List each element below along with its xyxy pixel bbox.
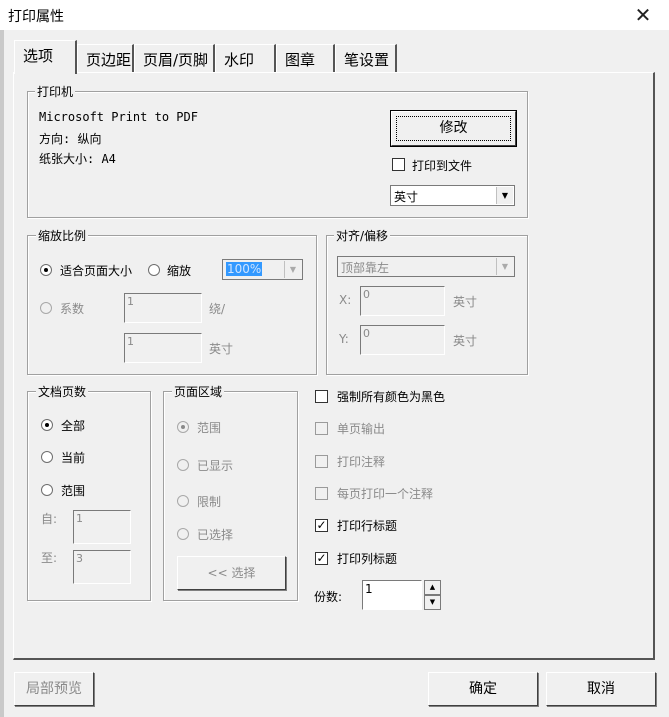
printer-group-legend: 打印机 <box>35 83 76 100</box>
area-displayed-label: 已显示 <box>197 459 234 473</box>
unit-select[interactable]: 英寸 ▼ <box>390 185 515 206</box>
x-unit: 英寸 <box>453 295 478 309</box>
scale-group-legend: 缩放比例 <box>36 227 89 244</box>
area-selected-radio <box>177 528 189 540</box>
factor-radio <box>40 302 52 314</box>
print-row-titles-checkbox[interactable]: ✓ <box>315 519 328 532</box>
area-selected-label: 已选择 <box>197 528 234 542</box>
print-col-titles-checkbox[interactable]: ✓ <box>315 552 328 565</box>
print-row-titles-label: 打印行标题 <box>337 519 398 533</box>
print-notes-checkbox <box>315 455 328 468</box>
fit-page-radio[interactable] <box>40 264 52 276</box>
align-select-value: 顶部靠左 <box>341 261 390 275</box>
cancel-button[interactable]: 取消 <box>546 672 656 706</box>
all-pages-radio[interactable] <box>41 419 53 431</box>
spin-up-icon[interactable]: ▲ <box>424 580 441 595</box>
tab-options[interactable]: 选项 <box>14 40 77 74</box>
area-range-label: 范围 <box>197 421 222 435</box>
paper-size-text: 纸张大小: A4 <box>39 152 116 166</box>
from-input: 1 <box>73 510 131 544</box>
select-area-button: << 选择 <box>177 556 286 590</box>
partial-preview-button: 局部预览 <box>14 672 94 706</box>
all-pages-label: 全部 <box>61 419 86 433</box>
factor-unit-2: 英寸 <box>209 342 234 356</box>
to-input: 3 <box>73 550 131 584</box>
zoom-label: 缩放 <box>167 264 192 278</box>
single-page-label: 单页输出 <box>337 422 386 436</box>
tab-header-footer[interactable]: 页眉/页脚 <box>134 44 215 72</box>
align-group-legend: 对齐/偏移 <box>334 227 391 244</box>
current-page-radio[interactable] <box>41 451 53 463</box>
zoom-select: 100% ▼ <box>222 259 303 280</box>
tab-margins[interactable]: 页边距 <box>77 44 134 72</box>
close-icon[interactable]: ✕ <box>628 2 658 28</box>
title-bar <box>0 0 669 30</box>
factor-unit-1: 绕/ <box>209 302 226 316</box>
factor-input-1: 1 <box>124 293 202 323</box>
x-label: X: <box>339 293 352 307</box>
force-black-label: 强制所有颜色为黑色 <box>337 390 446 404</box>
page-range-radio[interactable] <box>41 484 53 496</box>
page-area-group-legend: 页面区域 <box>172 383 225 400</box>
orientation-text: 方向: 纵向 <box>39 132 102 146</box>
force-black-checkbox[interactable] <box>315 390 328 403</box>
factor-input-2: 1 <box>124 333 202 363</box>
chevron-down-icon: ▼ <box>496 187 513 204</box>
tab-watermark[interactable]: 水印 <box>215 44 276 72</box>
zoom-radio[interactable] <box>148 264 160 276</box>
to-label: 至: <box>41 551 58 565</box>
tab-pen-settings[interactable]: 笔设置 <box>335 44 397 72</box>
printer-name: Microsoft Print to PDF <box>39 110 198 124</box>
copies-input[interactable]: 1 <box>362 580 422 610</box>
from-label: 自: <box>41 512 58 526</box>
one-note-per-page-label: 每页打印一个注释 <box>337 487 434 501</box>
factor-label: 系数 <box>60 302 85 316</box>
tab-stamp[interactable]: 图章 <box>276 44 335 72</box>
background-strip <box>0 30 4 717</box>
unit-select-value: 英寸 <box>394 190 419 204</box>
area-range-radio <box>177 421 189 433</box>
current-page-label: 当前 <box>61 451 86 465</box>
copies-label: 份数: <box>314 590 343 604</box>
area-limit-label: 限制 <box>197 495 222 509</box>
y-label: Y: <box>339 332 349 346</box>
x-input: 0 <box>360 286 445 316</box>
modify-button[interactable]: 修改 <box>390 110 517 147</box>
chevron-down-icon: ▼ <box>284 261 301 278</box>
spin-down-icon[interactable]: ▼ <box>424 595 441 610</box>
print-notes-label: 打印注释 <box>337 455 386 469</box>
one-note-per-page-checkbox <box>315 487 328 500</box>
y-input: 0 <box>360 325 445 355</box>
area-limit-radio <box>177 495 189 507</box>
zoom-value: 100% <box>226 262 263 276</box>
single-page-checkbox <box>315 422 328 435</box>
chevron-down-icon: ▼ <box>496 258 513 275</box>
print-col-titles-label: 打印列标题 <box>337 552 398 566</box>
align-select: 顶部靠左 ▼ <box>337 256 515 277</box>
print-to-file-label: 打印到文件 <box>412 159 473 173</box>
ok-button[interactable]: 确定 <box>428 672 538 706</box>
page-range-label: 范围 <box>61 484 86 498</box>
print-to-file-checkbox[interactable] <box>392 158 405 171</box>
y-unit: 英寸 <box>453 334 478 348</box>
doc-pages-group-legend: 文档页数 <box>36 383 89 400</box>
fit-page-label: 适合页面大小 <box>60 264 133 278</box>
window-title: 打印属性 <box>8 9 64 25</box>
area-displayed-radio <box>177 459 189 471</box>
